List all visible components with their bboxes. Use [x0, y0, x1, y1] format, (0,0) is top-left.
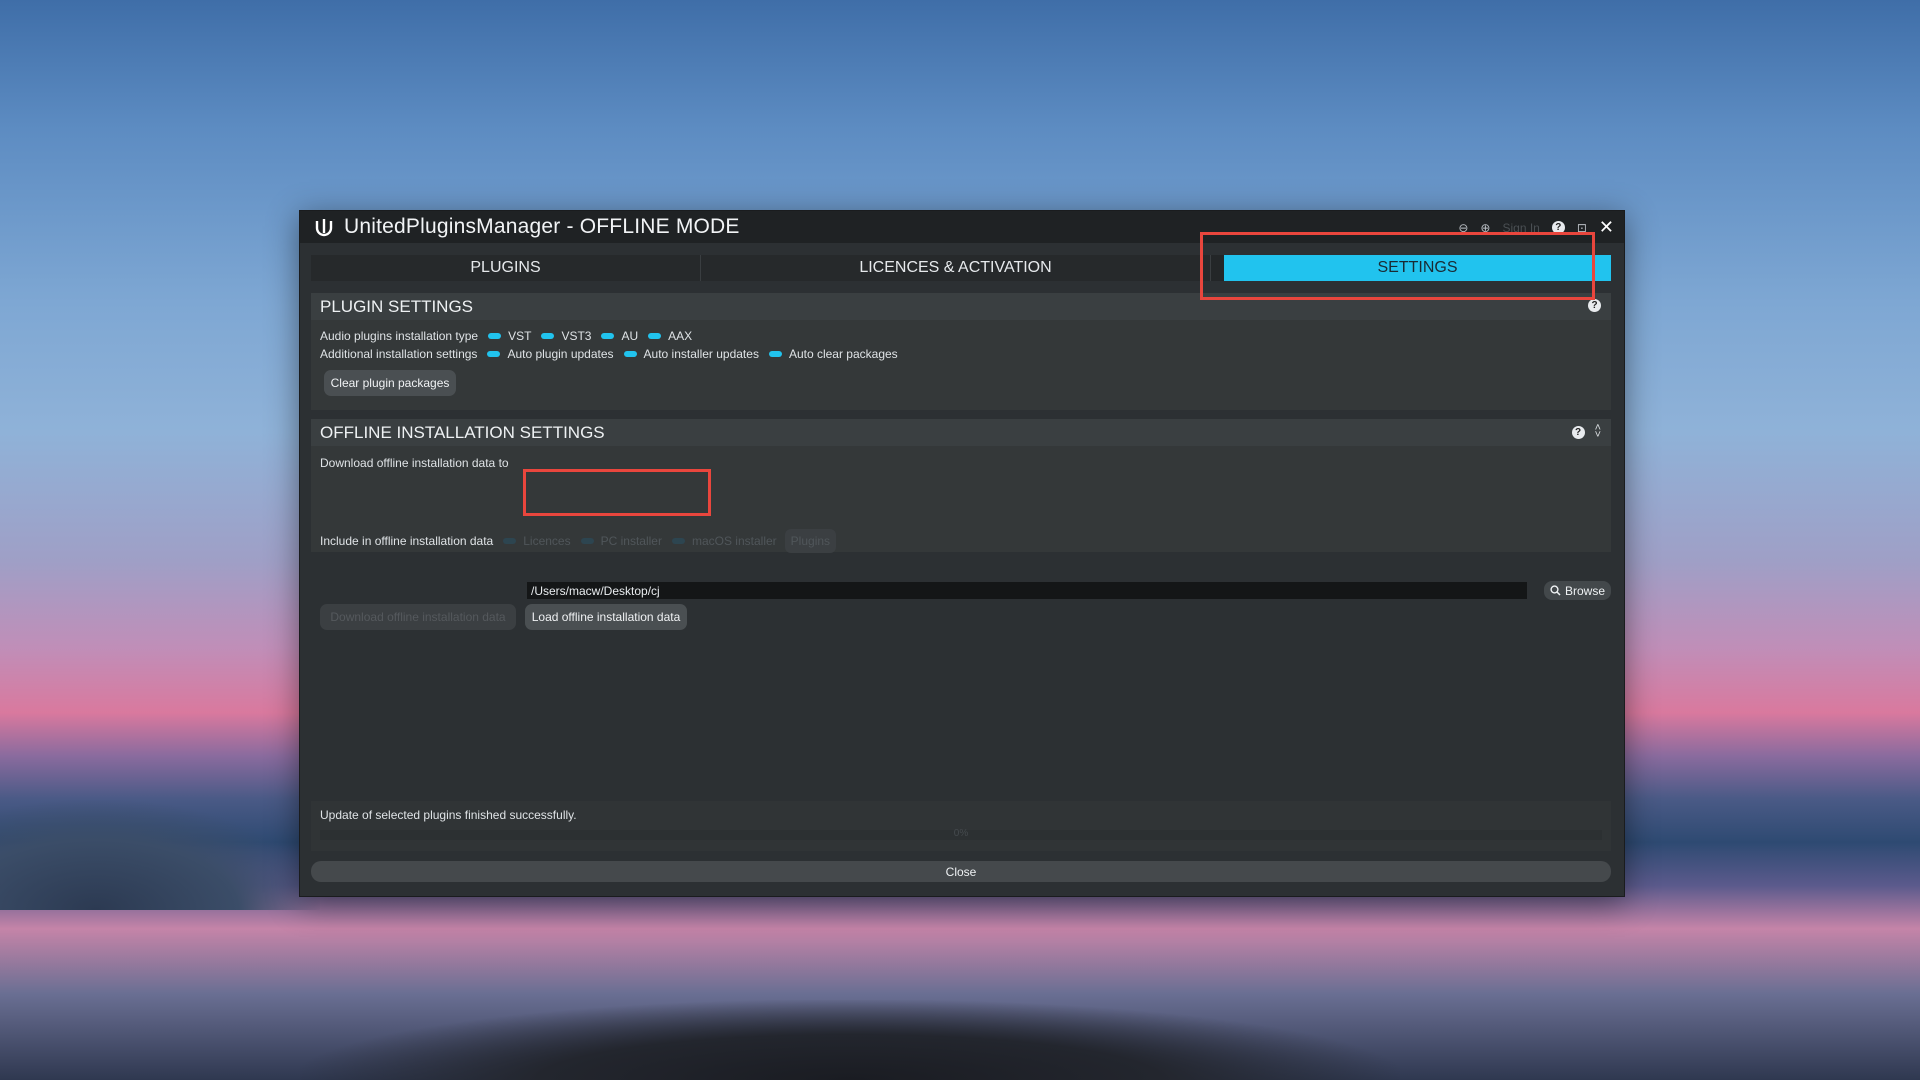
auto-clear-packages-label: Auto clear packages — [788, 347, 898, 361]
expand-collapse-icon[interactable]: ˄ ˅ — [1595, 423, 1601, 441]
plugin-settings-tools: ? — [1588, 299, 1601, 312]
offline-settings-title: OFFLINE INSTALLATION SETTINGS — [320, 422, 605, 442]
auto-installer-updates-label: Auto installer updates — [643, 347, 759, 361]
additional-settings-row: Additional installation settings Auto pl… — [320, 347, 898, 361]
status-panel: Update of selected plugins finished succ… — [311, 801, 1611, 851]
offline-settings-section: OFFLINE INSTALLATION SETTINGS ? ˄ ˅ Downl… — [311, 419, 1611, 630]
auto-clear-packages-toggle[interactable] — [768, 351, 782, 357]
auto-installer-updates-toggle[interactable] — [623, 351, 637, 357]
app-logo-icon — [315, 219, 333, 237]
plugin-settings-title: PLUGIN SETTINGS — [320, 296, 474, 316]
include-label: Include in offline installation data — [320, 534, 494, 548]
background-island — [0, 800, 320, 910]
plugin-settings-section: PLUGIN SETTINGS ? Audio plugins installa… — [311, 293, 1611, 410]
download-to-row: Download offline installation data to — [320, 456, 509, 470]
install-type-row: Audio plugins installation type VST VST3… — [320, 329, 692, 343]
tab-licences-activation[interactable]: LICENCES & ACTIVATION — [701, 255, 1211, 281]
plugins-include-button[interactable]: Plugins — [784, 529, 837, 553]
include-row: Include in offline installation data Lic… — [320, 529, 837, 553]
close-button[interactable]: Close — [311, 861, 1611, 882]
offline-settings-tools: ? ˄ ˅ — [1571, 423, 1601, 441]
aax-label: AAX — [668, 329, 693, 343]
licences-label: Licences — [523, 534, 571, 548]
load-offline-data-button[interactable]: Load offline installation data — [525, 604, 687, 630]
vst3-label: VST3 — [561, 329, 592, 343]
settings-tab-highlight — [1200, 232, 1595, 300]
download-offline-data-button[interactable]: Download offline installation data — [320, 604, 516, 630]
progress-label: 0% — [953, 828, 969, 839]
load-button-highlight — [523, 469, 711, 516]
status-message: Update of selected plugins finished succ… — [320, 808, 577, 822]
app-window: UnitedPluginsManager - OFFLINE MODE ⊖ ⊕ … — [299, 210, 1625, 897]
close-window-icon[interactable]: ✕ — [1599, 217, 1614, 238]
browse-label: Browse — [1564, 583, 1605, 598]
plugin-settings-help-icon[interactable]: ? — [1588, 299, 1601, 312]
window-title: UnitedPluginsManager - OFFLINE MODE — [344, 215, 740, 238]
aax-toggle[interactable] — [648, 333, 662, 339]
auto-plugin-updates-toggle[interactable] — [487, 351, 501, 357]
install-type-label: Audio plugins installation type — [320, 329, 479, 343]
background-rocks — [300, 1000, 1400, 1080]
download-to-label: Download offline installation data to — [320, 456, 509, 470]
vst3-toggle[interactable] — [541, 333, 555, 339]
auto-plugin-updates-label: Auto plugin updates — [507, 347, 614, 361]
au-label: AU — [621, 329, 639, 343]
pc-installer-label: PC installer — [600, 534, 662, 548]
licences-toggle[interactable] — [503, 538, 517, 544]
progress-bar: 0% — [320, 828, 1602, 840]
pc-installer-toggle[interactable] — [580, 538, 594, 544]
offline-settings-help-icon[interactable]: ? — [1571, 425, 1585, 439]
search-icon — [1550, 585, 1561, 596]
au-toggle[interactable] — [601, 333, 615, 339]
additional-settings-label: Additional installation settings — [320, 347, 478, 361]
macos-installer-toggle[interactable] — [671, 538, 685, 544]
vst-label: VST — [508, 329, 532, 343]
offline-settings-heading: OFFLINE INSTALLATION SETTINGS ? ˄ ˅ — [311, 419, 1611, 446]
offline-path-input[interactable] — [527, 582, 1527, 599]
tab-plugins[interactable]: PLUGINS — [311, 255, 701, 281]
clear-plugin-packages-button[interactable]: Clear plugin packages — [324, 370, 456, 396]
browse-button[interactable]: Browse — [1544, 581, 1611, 600]
macos-installer-label: macOS installer — [691, 534, 777, 548]
vst-toggle[interactable] — [488, 333, 502, 339]
